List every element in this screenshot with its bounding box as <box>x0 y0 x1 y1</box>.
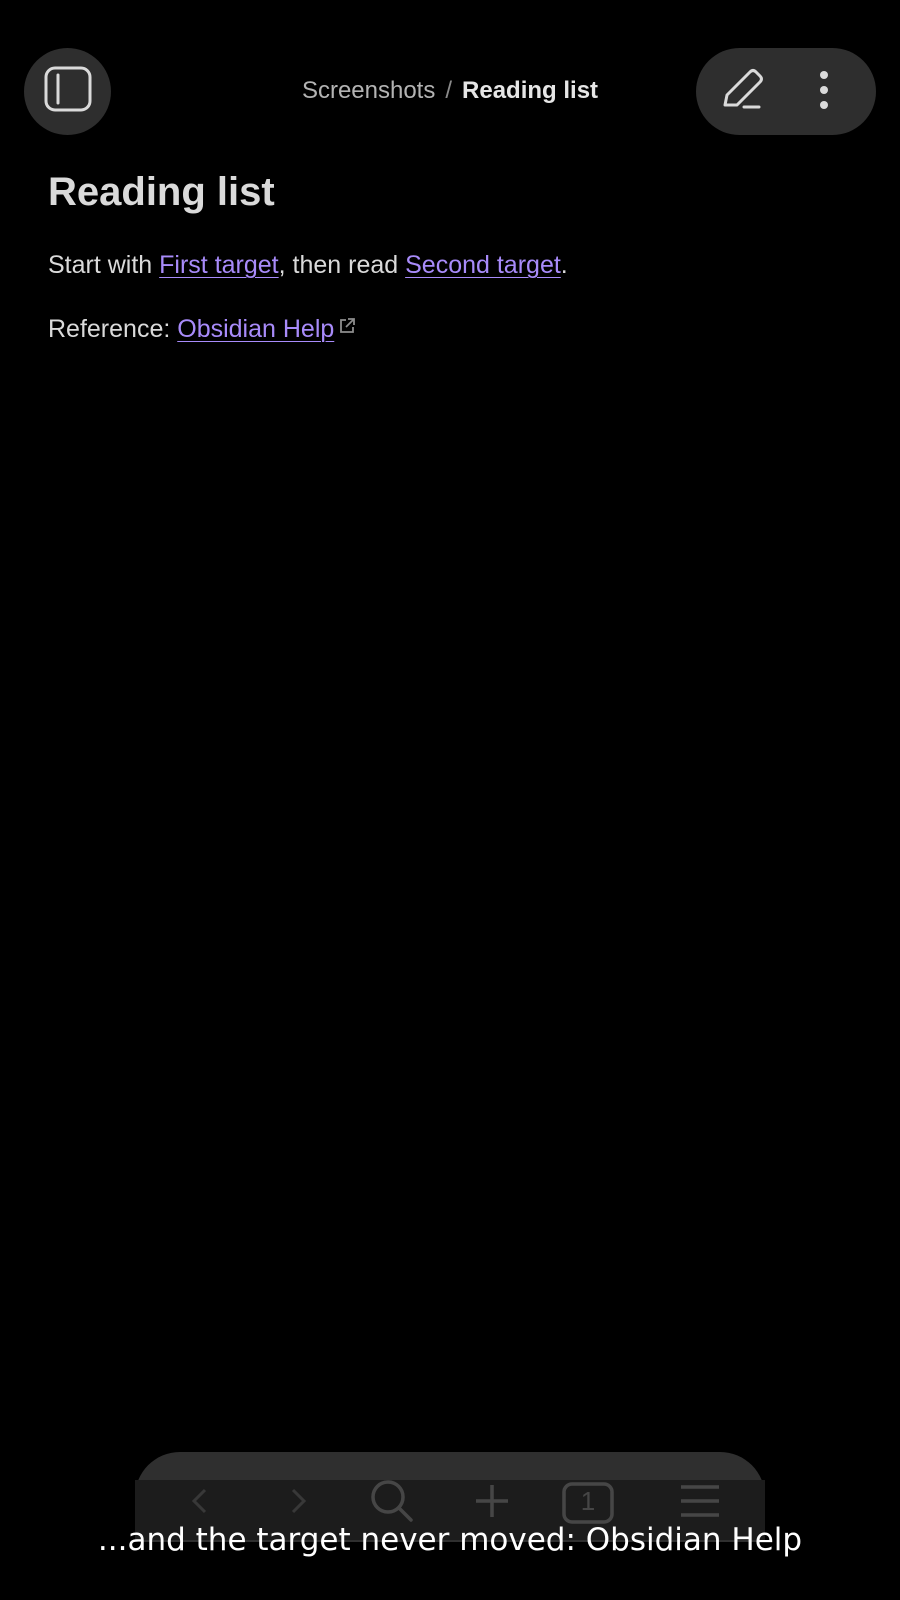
breadcrumb-separator: / <box>445 77 453 104</box>
forward-icon <box>283 1486 313 1521</box>
note-title: Reading list <box>48 170 275 214</box>
view-actions <box>696 48 876 135</box>
more-options-button[interactable] <box>802 60 846 124</box>
internal-link-first-target[interactable]: First target <box>159 251 278 279</box>
text-segment: Start with <box>48 251 160 279</box>
menu-icon <box>679 1483 721 1524</box>
more-vertical-icon <box>818 70 830 115</box>
tab-count: 1 <box>580 1486 596 1516</box>
breadcrumb-parent[interactable]: Screenshots <box>302 77 435 104</box>
plus-icon <box>472 1481 512 1526</box>
edit-button[interactable] <box>710 60 774 124</box>
app-screen: Screenshots / Reading list Reading list <box>0 0 900 1600</box>
breadcrumb-current[interactable]: Reading list <box>462 77 598 104</box>
external-link-obsidian-help[interactable]: Obsidian Help <box>177 315 334 343</box>
text-segment: Reference: <box>48 315 178 343</box>
back-icon <box>185 1486 215 1521</box>
external-link-icon <box>337 311 357 345</box>
internal-link-second-target[interactable]: Second target <box>405 251 561 279</box>
caption-text: ...and the target never moved: Obsidian … <box>97 1522 803 1558</box>
pencil-icon <box>717 65 767 120</box>
paragraph-reading-order: Start with First target, then read Secon… <box>48 248 858 282</box>
paragraph-reference: Reference: Obsidian Help <box>48 312 858 346</box>
text-segment: , then read <box>278 251 406 279</box>
note-content: Reading list Start with First target, th… <box>48 166 858 376</box>
tabs-icon: 1 <box>562 1482 614 1524</box>
text-segment: . <box>560 251 568 279</box>
